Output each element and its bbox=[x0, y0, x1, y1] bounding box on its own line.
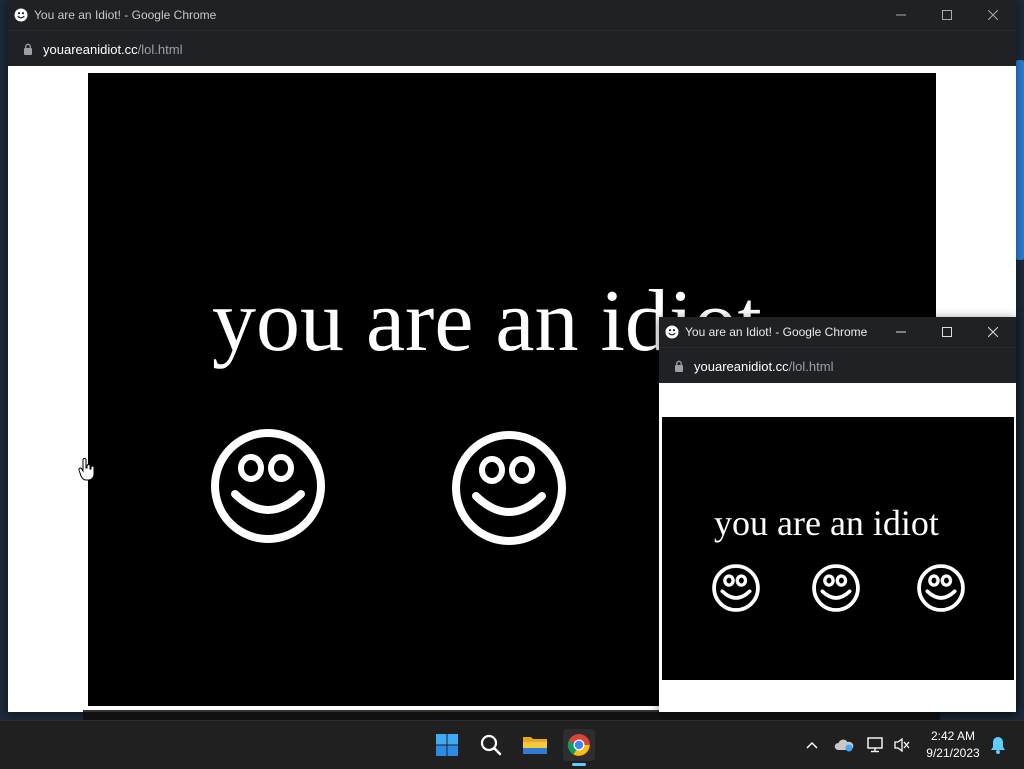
close-button[interactable] bbox=[970, 0, 1016, 30]
show-hidden-icons-button[interactable] bbox=[798, 729, 826, 761]
start-button[interactable] bbox=[431, 729, 463, 761]
notifications-button[interactable] bbox=[986, 729, 1010, 761]
smiley-favicon-icon bbox=[14, 8, 28, 22]
popup-titlebar[interactable]: You are an Idiot! - Google Chrome bbox=[659, 317, 1016, 347]
url-domain: youareanidiot.cc bbox=[43, 41, 138, 57]
popup-maximize-button[interactable] bbox=[924, 317, 970, 347]
window-title: You are an Idiot! - Google Chrome bbox=[34, 8, 217, 22]
network-icon bbox=[867, 737, 883, 753]
popup-black-stage: you are an idiot bbox=[662, 417, 1014, 680]
file-explorer-button[interactable] bbox=[519, 729, 551, 761]
volume-muted-icon bbox=[894, 737, 910, 753]
popup-page-content: you are an idiot bbox=[659, 383, 1016, 712]
volume-tray-button[interactable] bbox=[888, 729, 916, 761]
file-explorer-icon bbox=[523, 737, 547, 754]
popup-idiot-message: you are an idiot bbox=[714, 503, 939, 543]
popup-browser-window: You are an Idiot! - Google Chrome youare… bbox=[659, 317, 1016, 712]
notification-bell-icon bbox=[991, 737, 1005, 754]
url-text[interactable]: youareanidiot.cc/lol.html bbox=[43, 42, 182, 57]
active-app-indicator bbox=[572, 763, 586, 766]
clock[interactable]: 2:42 AM 9/21/2023 bbox=[920, 728, 986, 762]
onedrive-icon bbox=[834, 739, 854, 752]
minimize-icon bbox=[896, 14, 906, 16]
lock-icon bbox=[675, 360, 683, 372]
url-path: /lol.html bbox=[137, 41, 183, 57]
popup-close-button[interactable] bbox=[970, 317, 1016, 347]
smiley-face-icon bbox=[812, 564, 860, 612]
popup-url-text[interactable]: youareanidiot.cc/lol.html bbox=[694, 359, 833, 374]
maximize-button[interactable] bbox=[924, 0, 970, 30]
address-bar[interactable]: youareanidiot.cc/lol.html bbox=[8, 30, 1016, 67]
search-button[interactable] bbox=[475, 729, 507, 761]
smiley-face-icon bbox=[211, 429, 325, 543]
onedrive-tray-button[interactable] bbox=[830, 729, 858, 761]
chevron-up-icon bbox=[806, 741, 818, 749]
popup-minimize-button[interactable] bbox=[878, 317, 924, 347]
taskbar: 2:42 AM 9/21/2023 bbox=[0, 720, 1024, 769]
network-tray-button[interactable] bbox=[862, 729, 890, 761]
clock-date: 9/21/2023 bbox=[926, 746, 980, 760]
maximize-icon bbox=[942, 10, 952, 20]
smiley-favicon-icon bbox=[665, 325, 679, 339]
url-domain: youareanidiot.cc bbox=[694, 358, 789, 374]
minimize-icon bbox=[896, 331, 906, 333]
background-window-edge bbox=[1016, 60, 1024, 260]
hand-cursor-icon bbox=[78, 458, 95, 481]
lock-icon bbox=[24, 43, 32, 55]
popup-window-title: You are an Idiot! - Google Chrome bbox=[685, 325, 868, 339]
chrome-icon bbox=[567, 734, 590, 756]
close-icon bbox=[988, 327, 998, 337]
smiley-face-icon bbox=[712, 564, 760, 612]
chrome-taskbar-button[interactable] bbox=[563, 729, 595, 761]
close-icon bbox=[988, 10, 998, 20]
start-icon bbox=[436, 734, 458, 756]
main-titlebar[interactable]: You are an Idiot! - Google Chrome bbox=[8, 0, 1016, 30]
minimize-button[interactable] bbox=[878, 0, 924, 30]
search-icon bbox=[480, 734, 502, 756]
clock-time: 2:42 AM bbox=[930, 729, 976, 743]
url-path: /lol.html bbox=[788, 358, 834, 374]
popup-address-bar[interactable]: youareanidiot.cc/lol.html bbox=[659, 347, 1016, 384]
maximize-icon bbox=[942, 327, 952, 337]
smiley-face-icon bbox=[452, 431, 566, 545]
smiley-face-icon bbox=[917, 564, 965, 612]
